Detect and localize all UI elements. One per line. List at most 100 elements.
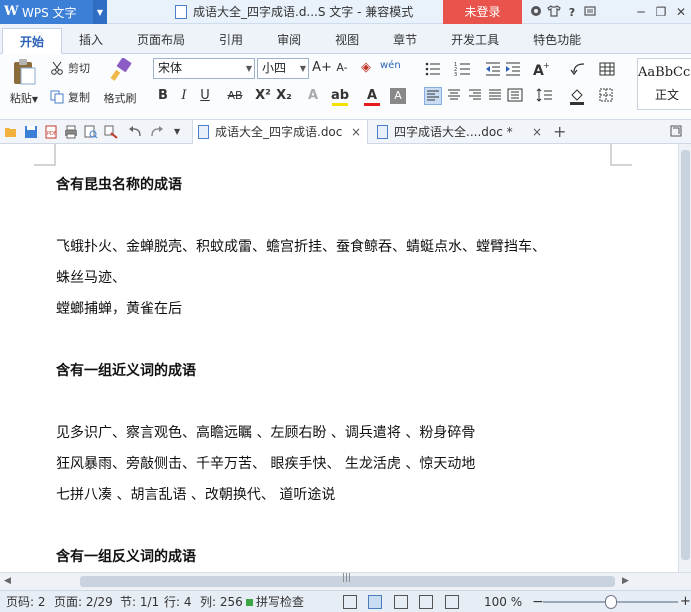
format-painter-button[interactable]: 格式刷 — [100, 57, 140, 106]
style-gallery-normal[interactable]: AaBbCcD 正文 — [637, 58, 691, 110]
status-page-number[interactable]: 页码: 2 — [6, 591, 46, 612]
spell-check-indicator-icon — [246, 599, 253, 606]
format-brush-icon[interactable] — [104, 125, 118, 139]
svg-text:+: + — [543, 61, 550, 70]
tab-5[interactable]: 视图 — [318, 27, 376, 53]
outline-view-icon[interactable] — [394, 595, 408, 609]
fullscreen-view-icon[interactable] — [343, 595, 357, 609]
app-menu-dropdown-icon[interactable]: ▼ — [93, 0, 107, 24]
horizontal-scrollbar[interactable]: ◀ ||| ▶ — [0, 572, 691, 590]
underline-button[interactable]: U — [195, 86, 215, 106]
numbered-list-icon[interactable]: 123 — [454, 60, 472, 78]
character-shading-button[interactable]: A — [390, 88, 406, 104]
tab-1[interactable]: 插入 — [62, 27, 120, 53]
tab-2[interactable]: 页面布局 — [120, 27, 202, 53]
table-icon[interactable] — [598, 60, 616, 78]
document-tab[interactable]: 四字成语大全....doc * × — [372, 120, 548, 144]
font-size-value: 小四 — [262, 61, 287, 75]
new-tab-button[interactable]: + — [553, 120, 566, 144]
page-corner-mark — [610, 144, 632, 166]
zoom-in-button[interactable]: + — [680, 591, 691, 612]
tab-6[interactable]: 章节 — [376, 27, 434, 53]
strikethrough-button[interactable]: AB — [224, 86, 246, 106]
shirt-icon[interactable] — [545, 4, 563, 20]
scissors-icon — [50, 61, 64, 75]
borders-icon[interactable] — [598, 87, 616, 105]
cut-button[interactable]: 剪切 — [50, 60, 90, 76]
status-pages[interactable]: 页面: 2/29 — [54, 591, 113, 612]
skin-icon[interactable] — [527, 5, 545, 20]
vertical-scroll-thumb[interactable] — [681, 150, 690, 560]
line-spacing-icon[interactable] — [536, 87, 554, 105]
minimize-icon[interactable]: ─ — [631, 5, 651, 19]
align-left-button[interactable] — [424, 87, 442, 105]
font-size-select[interactable]: 小四 ▼ — [257, 58, 309, 79]
bullet-list-icon[interactable] — [424, 60, 442, 78]
clear-format-icon[interactable]: ◈ — [356, 58, 376, 78]
italic-button[interactable]: I — [174, 86, 194, 106]
help-icon[interactable]: ? — [563, 6, 581, 19]
tab-0[interactable]: 开始 — [2, 28, 63, 54]
copy-label: 复制 — [68, 91, 90, 104]
decrease-indent-icon[interactable] — [484, 60, 502, 78]
maximize-icon[interactable]: ❐ — [651, 5, 671, 19]
font-name-select[interactable]: 宋体 ▼ — [153, 58, 255, 79]
save-icon[interactable] — [24, 125, 38, 139]
wps-app-menu-button[interactable]: W WPS 文字 ▼ — [0, 0, 107, 24]
superscript-button[interactable]: X² — [253, 86, 273, 106]
align-center-button[interactable] — [446, 87, 464, 105]
tab-8[interactable]: 特色功能 — [516, 27, 598, 53]
spell-check-toggle[interactable]: 拼写检查 — [246, 591, 304, 612]
quick-access-dropdown-icon[interactable]: ▼ — [174, 125, 188, 139]
font-size-adjust-icon[interactable]: A + — [532, 60, 550, 79]
justify-button[interactable] — [487, 87, 505, 105]
settings-icon[interactable] — [581, 5, 599, 20]
web-view-icon[interactable] — [419, 595, 433, 609]
tab-7[interactable]: 开发工具 — [434, 27, 516, 53]
document-tab-active[interactable]: 成语大全_四字成语.doc × — [192, 120, 368, 144]
tab-4[interactable]: 审阅 — [260, 27, 318, 53]
close-tab-icon[interactable]: × — [532, 120, 542, 144]
scroll-right-icon[interactable]: ▶ — [622, 576, 629, 586]
distributed-align-button[interactable] — [507, 87, 525, 105]
copy-icon — [50, 90, 64, 104]
vertical-scrollbar[interactable] — [678, 144, 691, 572]
horizontal-scroll-thumb[interactable]: ||| — [80, 573, 615, 587]
grow-font-button[interactable]: A+ — [312, 58, 332, 78]
scroll-left-icon[interactable]: ◀ — [4, 576, 11, 586]
document-paragraph — [56, 387, 636, 418]
login-button[interactable]: 未登录 — [443, 0, 522, 24]
subscript-button[interactable]: X₂ — [274, 86, 294, 106]
paste-button[interactable]: 粘贴▼ — [4, 58, 44, 106]
highlight-button[interactable]: ab — [330, 86, 350, 106]
document-page[interactable]: 含有昆虫名称的成语 飞蛾扑火、金蝉脱壳、积蚊成雷、蟾宫折挂、蚕食鲸吞、蜻蜓点水、螳… — [0, 144, 678, 572]
document-body[interactable]: 含有昆虫名称的成语 飞蛾扑火、金蝉脱壳、积蚊成雷、蟾宫折挂、蚕食鲸吞、蜻蜓点水、螳… — [56, 170, 636, 572]
zoom-out-button[interactable]: − — [532, 591, 544, 612]
font-color-button[interactable]: A — [362, 86, 382, 106]
text-direction-icon[interactable] — [570, 60, 588, 78]
close-icon[interactable]: ✕ — [671, 5, 691, 19]
page-view-icon[interactable] — [368, 595, 382, 609]
shading-icon[interactable] — [568, 87, 586, 105]
zoom-slider-thumb[interactable] — [604, 595, 617, 609]
zoom-level[interactable]: 100 % — [484, 591, 522, 612]
undo-icon[interactable] — [128, 125, 142, 139]
font-name-value: 宋体 — [158, 61, 183, 75]
tab-list-icon[interactable] — [670, 125, 684, 139]
reading-view-icon[interactable] — [445, 595, 459, 609]
close-tab-icon[interactable]: × — [351, 120, 361, 144]
tab-3[interactable]: 引用 — [202, 27, 260, 53]
open-folder-icon[interactable] — [4, 125, 18, 139]
title-bar: W WPS 文字 ▼ 成语大全_四字成语.d...S 文字 - 兼容模式 未登录… — [0, 0, 691, 24]
copy-button[interactable]: 复制 — [50, 89, 90, 105]
print-preview-icon[interactable] — [84, 125, 98, 139]
redo-icon[interactable] — [150, 125, 164, 139]
bold-button[interactable]: B — [153, 86, 173, 106]
export-pdf-icon[interactable]: PDF — [44, 125, 58, 139]
shrink-font-button[interactable]: A- — [332, 58, 352, 78]
increase-indent-icon[interactable] — [504, 60, 522, 78]
align-right-button[interactable] — [467, 87, 485, 105]
pinyin-guide-button[interactable]: wén — [380, 56, 401, 76]
text-effect-button[interactable]: A — [303, 86, 323, 106]
print-icon[interactable] — [64, 125, 78, 139]
